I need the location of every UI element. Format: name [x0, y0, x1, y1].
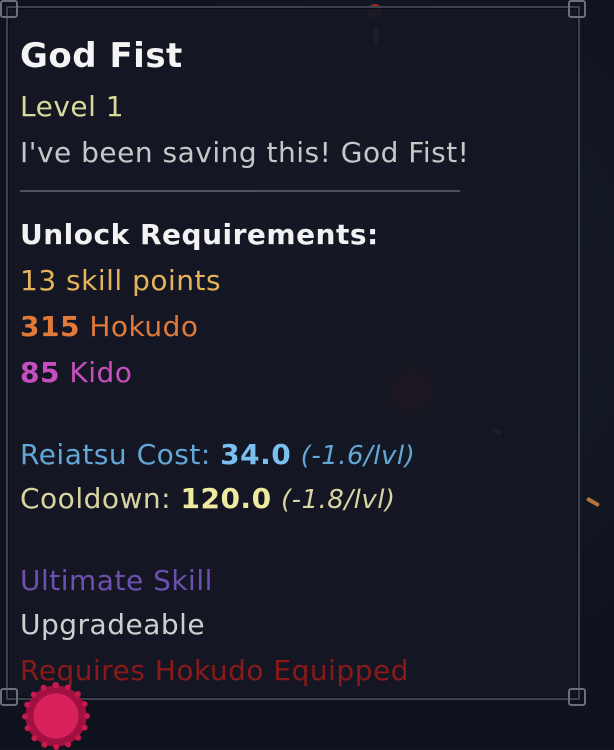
- skill-level: Level 1: [20, 90, 125, 123]
- skill-tooltip: God Fist Level 1 I've been saving this! …: [0, 0, 586, 706]
- divider: [20, 190, 460, 192]
- frame-corner: [0, 688, 18, 706]
- cooldown-value: 120.0: [180, 482, 272, 515]
- frame-corner: [0, 0, 18, 18]
- cooldown-label: Cooldown:: [20, 482, 172, 515]
- reiatsu-label: Reiatsu Cost:: [20, 438, 211, 471]
- frame-corner: [568, 688, 586, 706]
- ultimate-tag: Ultimate Skill: [20, 564, 213, 597]
- frame-corner: [568, 0, 586, 18]
- hokudo-value: 315: [20, 310, 80, 343]
- skill-title: God Fist: [20, 36, 183, 76]
- reiatsu-per-level: (-1.6/lvl): [300, 441, 416, 471]
- requires-tag: Requires Hokudo Equipped: [20, 654, 409, 687]
- hokudo-requirement: 315 Hokudo: [20, 310, 199, 343]
- kido-requirement: 85 Kido: [20, 356, 132, 389]
- kido-label: Kido: [69, 356, 133, 389]
- kido-value: 85: [20, 356, 60, 389]
- hokudo-label: Hokudo: [89, 310, 199, 343]
- reiatsu-value: 34.0: [220, 438, 292, 471]
- upgradeable-tag: Upgradeable: [20, 608, 206, 641]
- skill-description: I've been saving this! God Fist!: [20, 136, 470, 169]
- unlock-header: Unlock Requirements:: [20, 218, 379, 251]
- cooldown-per-level: (-1.8/lvl): [280, 485, 396, 515]
- cooldown: Cooldown: 120.0 (-1.8/lvl): [20, 482, 396, 515]
- gear-icon[interactable]: [22, 682, 90, 750]
- reiatsu-cost: Reiatsu Cost: 34.0 (-1.6/lvl): [20, 438, 415, 471]
- skill-points-requirement: 13 skill points: [20, 264, 222, 297]
